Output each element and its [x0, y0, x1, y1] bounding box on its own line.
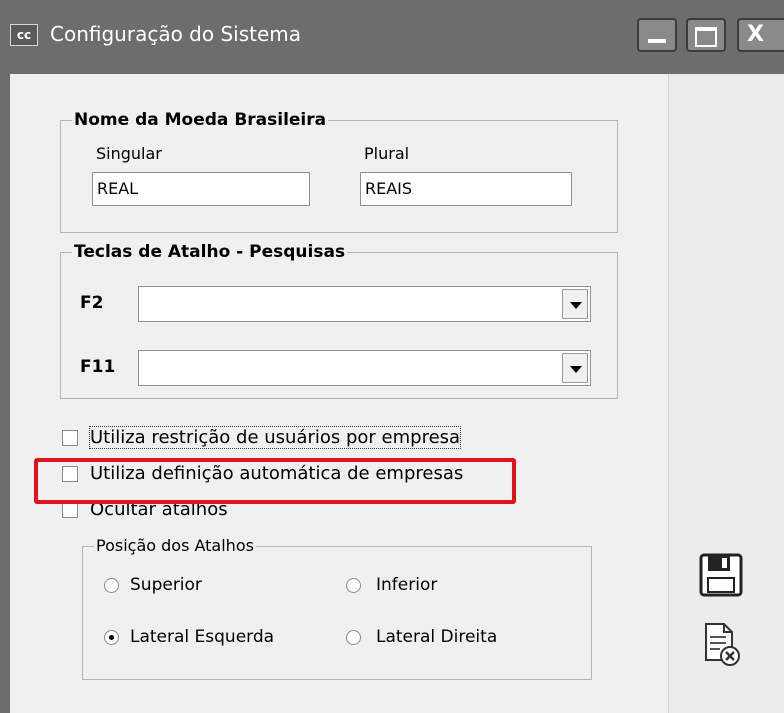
left-side-label[interactable]: Lateral Esquerda: [130, 627, 274, 647]
f2-dropdown-arrow-icon[interactable]: [562, 289, 588, 319]
window-title: Configuração do Sistema: [50, 22, 302, 46]
window-frame-left: [0, 74, 10, 713]
close-icon: X: [747, 22, 764, 47]
highlight-box: [34, 458, 516, 504]
currency-group-title: Nome da Moeda Brasileira: [72, 110, 329, 130]
title-bar[interactable]: cc Configuração do Sistema X: [0, 0, 784, 74]
right-side-label[interactable]: Lateral Direita: [376, 627, 497, 647]
f11-label: F11: [80, 357, 116, 377]
superior-radio[interactable]: [104, 578, 119, 593]
app-icon[interactable]: cc: [10, 24, 38, 46]
singular-input[interactable]: REAL: [92, 172, 310, 206]
f11-select[interactable]: [138, 350, 591, 386]
right-side-radio[interactable]: [346, 630, 361, 645]
left-side-radio[interactable]: [104, 630, 119, 645]
f11-dropdown-arrow-icon[interactable]: [562, 353, 588, 383]
restrict-users-label[interactable]: Utiliza restrição de usuários por empres…: [88, 426, 462, 449]
plural-input[interactable]: REAIS: [360, 172, 572, 206]
inferior-label[interactable]: Inferior: [376, 575, 437, 595]
position-group-title: Posição dos Atalhos: [94, 536, 256, 555]
cancel-button[interactable]: [702, 622, 742, 672]
shortcut-group-title: Teclas de Atalho - Pesquisas: [72, 242, 348, 262]
minimize-button[interactable]: [637, 18, 677, 52]
position-group: [82, 546, 592, 680]
save-icon: [699, 553, 743, 597]
maximize-button[interactable]: [686, 18, 726, 52]
singular-label: Singular: [96, 144, 162, 163]
superior-label[interactable]: Superior: [130, 575, 202, 595]
inferior-radio[interactable]: [346, 578, 361, 593]
config-window: cc Configuração do Sistema X Nome da Moe…: [0, 0, 784, 713]
action-panel: [668, 74, 784, 713]
client-area: Nome da Moeda Brasileira Singular REAL P…: [10, 74, 668, 713]
close-button[interactable]: X: [737, 18, 784, 52]
restrict-users-checkbox[interactable]: [62, 430, 78, 446]
f2-select[interactable]: [138, 286, 591, 322]
f2-label: F2: [80, 293, 104, 313]
plural-label: Plural: [364, 144, 410, 163]
hide-shortcuts-checkbox[interactable]: [62, 502, 78, 518]
save-button[interactable]: [698, 552, 744, 602]
cancel-document-icon: [705, 623, 740, 666]
